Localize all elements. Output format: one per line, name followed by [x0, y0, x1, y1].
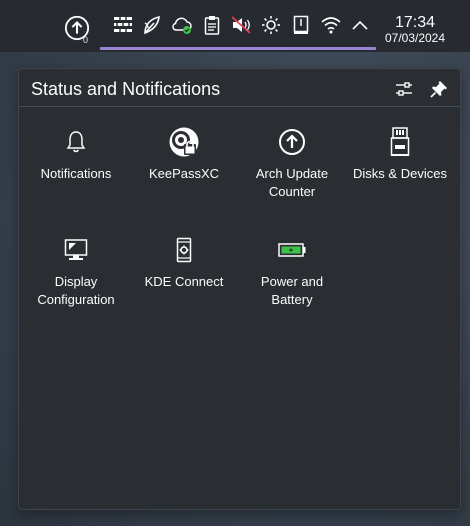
- pin-icon: [430, 81, 447, 98]
- clipboard-icon[interactable]: [199, 12, 225, 38]
- plasma-vault-icon[interactable]: [139, 12, 165, 38]
- update-count-badge: 0: [83, 35, 89, 45]
- pin-button[interactable]: [428, 78, 450, 100]
- entry-kde-connect[interactable]: KDE Connect: [130, 233, 238, 333]
- clock-date[interactable]: 07/03/2024: [376, 31, 454, 45]
- bell-icon: [22, 125, 130, 159]
- entry-arch-update-counter[interactable]: Arch Update Counter: [238, 125, 346, 225]
- entry-label: KeePassXC: [148, 166, 220, 181]
- entry-keepassxc[interactable]: KeePassXC: [130, 125, 238, 225]
- settings-sliders-icon: [396, 82, 412, 96]
- entry-label: Notifications: [40, 166, 112, 181]
- keepassxc-icon: [130, 125, 238, 159]
- phone-icon: [130, 233, 238, 267]
- firewall-icon[interactable]: [110, 12, 136, 38]
- entry-notifications[interactable]: Notifications: [22, 125, 130, 225]
- entry-label: Power and Battery: [260, 274, 324, 307]
- clock-time[interactable]: 17:34: [380, 14, 450, 32]
- entry-disks-devices[interactable]: Disks & Devices: [346, 125, 454, 225]
- active-applet-indicator: [100, 47, 376, 50]
- cloud-sync-icon[interactable]: [169, 12, 195, 38]
- entry-label: KDE Connect: [144, 274, 224, 289]
- battery-icon[interactable]: [288, 12, 314, 38]
- brightness-icon[interactable]: [258, 12, 284, 38]
- volume-muted-icon[interactable]: [228, 12, 254, 38]
- wifi-icon[interactable]: [318, 12, 344, 38]
- entry-label: Display Configuration: [37, 274, 115, 307]
- entry-label: Arch Update Counter: [255, 166, 329, 199]
- arch-update-icon: [238, 125, 346, 159]
- header-divider: [19, 106, 460, 107]
- popup-title: Status and Notifications: [31, 79, 221, 99]
- configure-button[interactable]: [393, 78, 415, 100]
- entry-display-configuration[interactable]: Display Configuration: [22, 233, 130, 333]
- display-icon: [22, 233, 130, 267]
- battery-icon: [238, 233, 346, 267]
- entry-power-battery[interactable]: Power and Battery: [238, 233, 346, 333]
- usb-drive-icon: [346, 125, 454, 159]
- status-notifications-popup: Status and Notifications Notifications K…: [18, 68, 461, 510]
- entry-label: Disks & Devices: [353, 166, 447, 181]
- top-panel: 0 17:34 07/03/2024: [0, 0, 470, 52]
- expand-tray-icon[interactable]: [347, 12, 373, 38]
